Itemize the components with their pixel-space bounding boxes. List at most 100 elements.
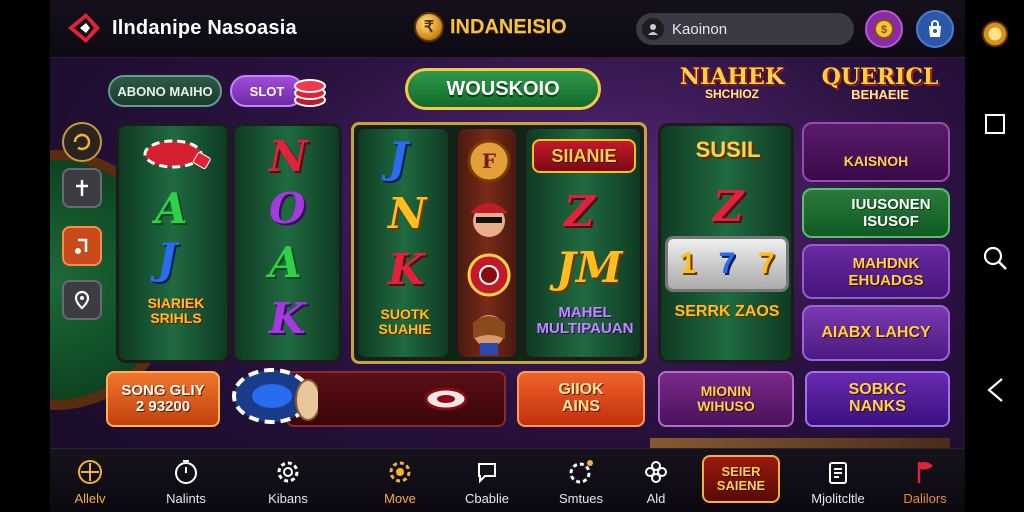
reel-badge: SIARIEK SRIHLS [147, 295, 205, 326]
right-game-tile[interactable]: AIABX LAHCY [802, 305, 950, 361]
left-black-strip [0, 0, 50, 512]
nav-item[interactable]: Allelv [50, 455, 130, 509]
flower-icon [641, 457, 671, 487]
jackpot-tile[interactable]: SONG GLIY 2 93200 [106, 371, 220, 427]
king-character-icon [473, 315, 505, 355]
reel-column-6: SUSIL Z 1 7 7 SERRK ZAOS [658, 123, 794, 363]
nav-item[interactable]: Kibans [248, 455, 328, 509]
tile-label: AIABX LAHCY [821, 324, 931, 341]
menu-button[interactable] [62, 168, 102, 208]
slot-digit: 1 [679, 247, 696, 280]
profile-icon [642, 18, 664, 40]
promo-tile-title: GIIOK [558, 381, 604, 399]
wide-banner-tile[interactable] [286, 371, 506, 427]
back-icon[interactable] [981, 376, 1009, 404]
nav-label: Smtues [558, 491, 604, 506]
nav-label: Ald [646, 491, 666, 506]
music-button[interactable] [62, 226, 102, 266]
reel-symbol: A [155, 184, 188, 233]
sun-gear-icon [385, 457, 415, 487]
promo-tile-title: SOBKC [848, 381, 907, 399]
spin-button[interactable] [62, 122, 102, 162]
tile-label: KAISNOH [843, 153, 909, 169]
nav-item-active[interactable]: Move [360, 455, 440, 509]
right-game-tile[interactable]: KAISNOH [802, 122, 950, 182]
game-title-banner[interactable]: WOUSKOIO [405, 68, 601, 110]
pirate-character-icon [470, 203, 508, 237]
search-box[interactable]: Kaoinon [636, 13, 854, 45]
coin-icon: ₹ [414, 12, 444, 42]
app-coin-icon[interactable] [981, 20, 1009, 48]
shopping-bag-icon [929, 20, 941, 37]
reel-symbol: J [388, 133, 408, 182]
special-subtitle: SAIENE [716, 478, 766, 493]
promo-tile[interactable]: GIIOK AINS [517, 371, 645, 427]
reel-badge-top: SUSIL [695, 137, 761, 162]
nav-label: Move [384, 491, 416, 506]
chip-icon [424, 387, 468, 411]
reel-column-5: SIIANIE Z JM MAHEL MULTIPAUAN [523, 126, 643, 360]
brand-logo-icon [68, 13, 100, 43]
promo-tile-subtitle: WIHUSO [697, 398, 755, 414]
reel-symbol: J [157, 234, 177, 283]
jackpot-title: SONG GLIY [121, 382, 205, 400]
gear-badge-icon [566, 457, 596, 487]
svg-text:F: F [482, 149, 496, 173]
promo-right-title: QUERICL [821, 64, 939, 90]
promo-tile[interactable]: MIONIN WIHUSO [658, 371, 794, 427]
casino-chip-symbol-icon [467, 253, 511, 297]
category-pill-left[interactable]: ABONO MAIHO [108, 75, 222, 107]
reel-symbol: O [269, 184, 306, 233]
nav-item[interactable]: Mjolitcltle [798, 455, 878, 509]
reel-column-4: F [455, 126, 519, 360]
bottom-navigation: Allelv Nalints Kibans Move Cbablie Smtue… [50, 448, 965, 512]
shop-button[interactable] [916, 10, 954, 48]
brand[interactable]: Ilndanipe Nasoasia [64, 11, 297, 45]
right-game-tile[interactable]: IUUSONEN ISUSOF [802, 188, 950, 238]
reel-column-3: J N K SUOTK SUAHIE [355, 126, 451, 360]
search-text: Kaoinon [672, 20, 728, 38]
special-offer-badge[interactable]: SEIER SAIENE [702, 455, 780, 503]
nav-label: Allelv [74, 491, 106, 506]
reel-symbol: N [269, 132, 308, 181]
reel-symbol: Z [713, 182, 744, 231]
promo-tile[interactable]: SOBKC NANKS [805, 371, 950, 427]
recent-apps-icon[interactable] [981, 110, 1009, 138]
nav-label: Kibans [268, 491, 308, 506]
clipboard-icon [823, 457, 853, 487]
nav-label: Nalints [166, 491, 206, 506]
right-game-tile[interactable]: MAHDNK EHUADGS [802, 244, 950, 299]
brand-name: Ilndanipe Nasoasia [112, 16, 297, 39]
blue-chip-stack-icon [232, 368, 318, 424]
reel-symbol: Z [564, 187, 595, 236]
promo-badge-right[interactable]: QUERICL BEHAEIE [810, 66, 950, 120]
center-brand[interactable]: ₹ INDANEISIO [414, 12, 567, 42]
search-icon[interactable] [981, 244, 1009, 272]
center-brand-name: INDANEISIO [450, 15, 567, 38]
system-navigation-bar [965, 0, 1024, 512]
nav-label: Dalilors [903, 491, 947, 506]
special-title: SEIER [721, 464, 761, 480]
promo-tile-title: MIONIN [700, 383, 752, 400]
tile-label: IUUSONEN ISUSOF [851, 196, 931, 230]
nav-item[interactable]: Smtues [541, 455, 621, 509]
jackpot-amount: 2 93200 [135, 398, 191, 415]
mini-slot-machine: 1 7 7 [665, 236, 789, 292]
plus-flag-icon [76, 180, 88, 196]
reel-badge-top: SIIANIE [532, 139, 636, 173]
crosshair-icon [75, 457, 105, 487]
location-button[interactable] [62, 280, 102, 320]
svg-text:$: $ [881, 24, 887, 36]
tile-label: MAHDNK EHUADGS [848, 254, 924, 289]
promo-badge-left[interactable]: NIAHEK SHCHIOZ [672, 66, 792, 120]
reel-badge-bottom: MAHEL MULTIPAUAN [536, 304, 634, 337]
nav-item[interactable]: Nalints [146, 455, 226, 509]
nav-item[interactable]: Cbablie [447, 455, 527, 509]
pin-icon [74, 290, 90, 310]
reel-badge-bottom: SERRK ZAOS [674, 303, 780, 320]
reel-symbol: N [388, 189, 427, 238]
coins-button[interactable]: $ [865, 10, 903, 48]
nav-item[interactable]: Dalilors [885, 455, 965, 509]
promo-left-title: NIAHEK [679, 64, 785, 90]
nav-item[interactable]: Ald [616, 455, 696, 509]
